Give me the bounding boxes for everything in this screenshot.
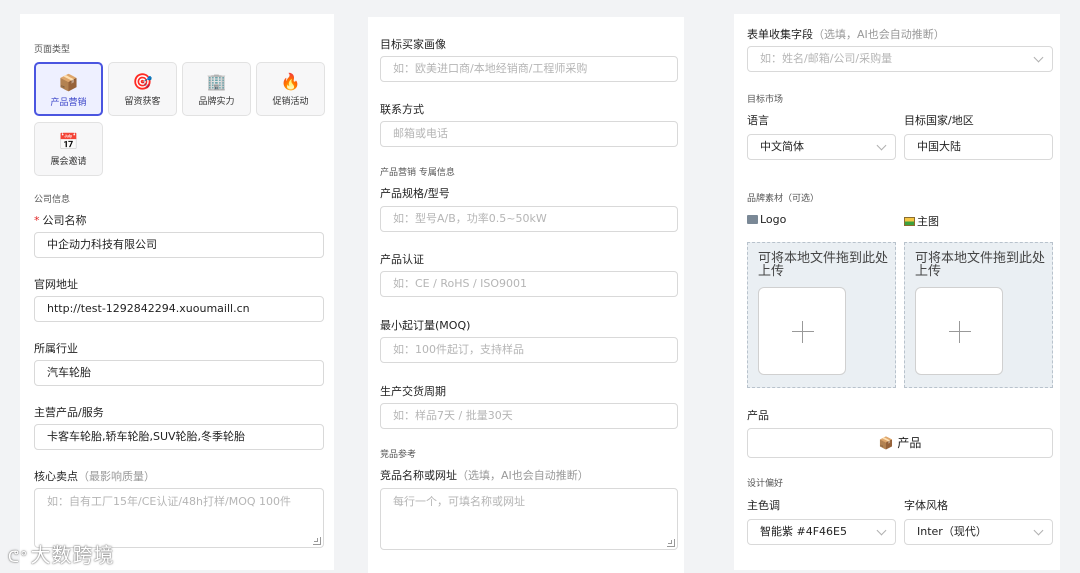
watermark-text: 大数跨境 [30, 543, 115, 567]
lead-time-input[interactable]: 如：样品7天 / 批量30天 [380, 403, 678, 429]
form-fields-label: 表单收集字段（选填，AI也会自动推断） [747, 26, 945, 42]
language-value: 中文简体 [760, 140, 804, 153]
picture-icon [904, 217, 915, 226]
fire-icon: 🔥 [280, 72, 301, 91]
competitor-label: 竞品名称或网址（选填，AI也会自动推断） [380, 467, 589, 483]
country-label: 目标国家/地区 [904, 114, 974, 127]
required-mark: * [34, 214, 40, 227]
main-image-label: 主图 [904, 213, 939, 229]
tile-label: 品牌实力 [198, 97, 235, 107]
resize-handle-icon[interactable] [313, 537, 321, 545]
tile-label: 促销活动 [272, 97, 309, 107]
main-image-label-text: 主图 [917, 215, 939, 228]
products-input[interactable]: 卡客车轮胎,轿车轮胎,SUV轮胎,冬季轮胎 [34, 424, 324, 450]
box-icon: 📦 [58, 73, 79, 92]
form-fields-hint: （选填，AI也会自动推断） [813, 28, 945, 41]
calendar-icon: 📅 [58, 132, 79, 151]
font-style-value: Inter（现代） [917, 525, 987, 538]
font-style-label: 字体风格 [904, 499, 948, 512]
main-color-select[interactable]: 智能紫 #4F46E5 [747, 519, 896, 545]
page-type-tile-product[interactable]: 📦 产品营销 [34, 62, 103, 116]
plus-icon [949, 321, 971, 343]
target-buyer-input[interactable]: 如：欧美进口商/本地经销商/工程师采购 [380, 56, 678, 82]
spec-label: 产品规格/型号 [380, 187, 450, 200]
selling-points-label: 核心卖点（最影响质量） [34, 468, 155, 484]
selling-points-label-text: 核心卖点 [34, 470, 78, 483]
resize-handle-icon[interactable] [667, 539, 675, 547]
chevron-down-icon [1033, 525, 1044, 536]
page-type-tile-leads[interactable]: 🎯 留资获客 [108, 62, 177, 116]
main-image-dropzone[interactable]: 可将本地文件拖到此处上传 [904, 242, 1053, 388]
chevron-down-icon [876, 140, 887, 151]
dropzone-text: 可将本地文件拖到此处上传 [915, 251, 1046, 279]
main-color-label: 主色调 [747, 499, 780, 512]
country-input[interactable]: 中国大陆 [904, 134, 1053, 160]
competitor-placeholder: 每行一个，可填名称或网址 [393, 495, 525, 508]
dropzone-text: 可将本地文件拖到此处上传 [758, 251, 889, 279]
font-style-select[interactable]: Inter（现代） [904, 519, 1053, 545]
certification-label: 产品认证 [380, 253, 424, 266]
product-label: 产品 [747, 409, 769, 422]
design-panel: 表单收集字段（选填，AI也会自动推断） 如：姓名/邮箱/公司/采购量 目标市场 … [734, 14, 1060, 570]
products-label: 主营产品/服务 [34, 406, 104, 419]
plus-icon [792, 321, 814, 343]
logo-dropzone[interactable]: 可将本地文件拖到此处上传 [747, 242, 896, 388]
page-settings-panel: 页面类型 📦 产品营销 🎯 留资获客 🏢 品牌实力 🔥 促销活动 📅 展会邀请 … [20, 14, 334, 570]
logo-label-text: Logo [760, 213, 787, 226]
page-type-section-title: 页面类型 [34, 45, 71, 55]
competitor-hint: （选填，AI也会自动推断） [457, 469, 589, 482]
logo-upload-button[interactable] [758, 287, 846, 375]
website-label: 官网地址 [34, 278, 78, 291]
company-name-label: * 公司名称 [34, 212, 87, 228]
form-fields-select[interactable]: 如：姓名/邮箱/公司/采购量 [747, 46, 1053, 72]
chevron-down-icon [1033, 52, 1044, 63]
main-color-value: 智能紫 #4F46E5 [760, 525, 847, 538]
chevron-down-icon [876, 525, 887, 536]
form-fields-placeholder: 如：姓名/邮箱/公司/采购量 [760, 52, 893, 65]
page-type-tile-promo[interactable]: 🔥 促销活动 [256, 62, 325, 116]
company-name-input[interactable]: 中企动力科技有限公司 [34, 232, 324, 258]
spec-input[interactable]: 如：型号A/B，功率0.5~50kW [380, 206, 678, 232]
selling-points-placeholder: 如：自有工厂15年/CE认证/48h打样/MOQ 100件 [47, 495, 292, 508]
industry-input[interactable]: 汽车轮胎 [34, 360, 324, 386]
page-type-tile-expo[interactable]: 📅 展会邀请 [34, 122, 103, 176]
tile-label: 产品营销 [50, 98, 87, 108]
target-buyer-label: 目标买家画像 [380, 38, 446, 51]
tile-label: 留资获客 [124, 97, 161, 107]
lead-time-label: 生产交货周期 [380, 385, 446, 398]
target-icon: 🎯 [132, 72, 153, 91]
competitor-label-text: 竞品名称或网址 [380, 469, 457, 482]
industry-label: 所属行业 [34, 342, 78, 355]
form-fields-label-text: 表单收集字段 [747, 28, 813, 41]
competitor-section-title: 竞品参考 [380, 450, 417, 460]
language-select[interactable]: 中文简体 [747, 134, 896, 160]
competitor-textarea[interactable]: 每行一个，可填名称或网址 [380, 488, 678, 550]
product-button[interactable]: 📦 产品 [747, 428, 1053, 458]
website-input[interactable]: http://test-1292842294.xuoumaill.cn [34, 296, 324, 322]
tile-label: 展会邀请 [50, 157, 87, 167]
logo-label: Logo [747, 213, 786, 226]
page-type-tile-brand[interactable]: 🏢 品牌实力 [182, 62, 251, 116]
moq-input[interactable]: 如：100件起订，支持样品 [380, 337, 678, 363]
watermark-logo-icon: ᕦ° [8, 548, 29, 566]
main-image-upload-button[interactable] [915, 287, 1003, 375]
market-section-title: 目标市场 [747, 95, 784, 105]
image-icon [747, 215, 758, 224]
moq-label: 最小起订量(MOQ) [380, 319, 471, 332]
product-section-title: 产品营销 专属信息 [380, 168, 455, 178]
language-label: 语言 [747, 114, 769, 127]
selling-points-hint: （最影响质量） [78, 470, 155, 483]
company-name-label-text: 公司名称 [42, 214, 87, 227]
design-section-title: 设计偏好 [747, 479, 784, 489]
product-info-panel: 目标买家画像 如：欧美进口商/本地经销商/工程师采购 联系方式 邮箱或电话 产品… [368, 17, 684, 573]
certification-input[interactable]: 如：CE / RoHS / ISO9001 [380, 271, 678, 297]
building-icon: 🏢 [206, 72, 227, 91]
brand-section-title: 品牌素材（可选） [747, 194, 820, 204]
watermark: ᕦ° 大数跨境 [8, 539, 114, 568]
contact-input[interactable]: 邮箱或电话 [380, 121, 678, 147]
contact-label: 联系方式 [380, 103, 424, 116]
company-section-title: 公司信息 [34, 195, 71, 205]
